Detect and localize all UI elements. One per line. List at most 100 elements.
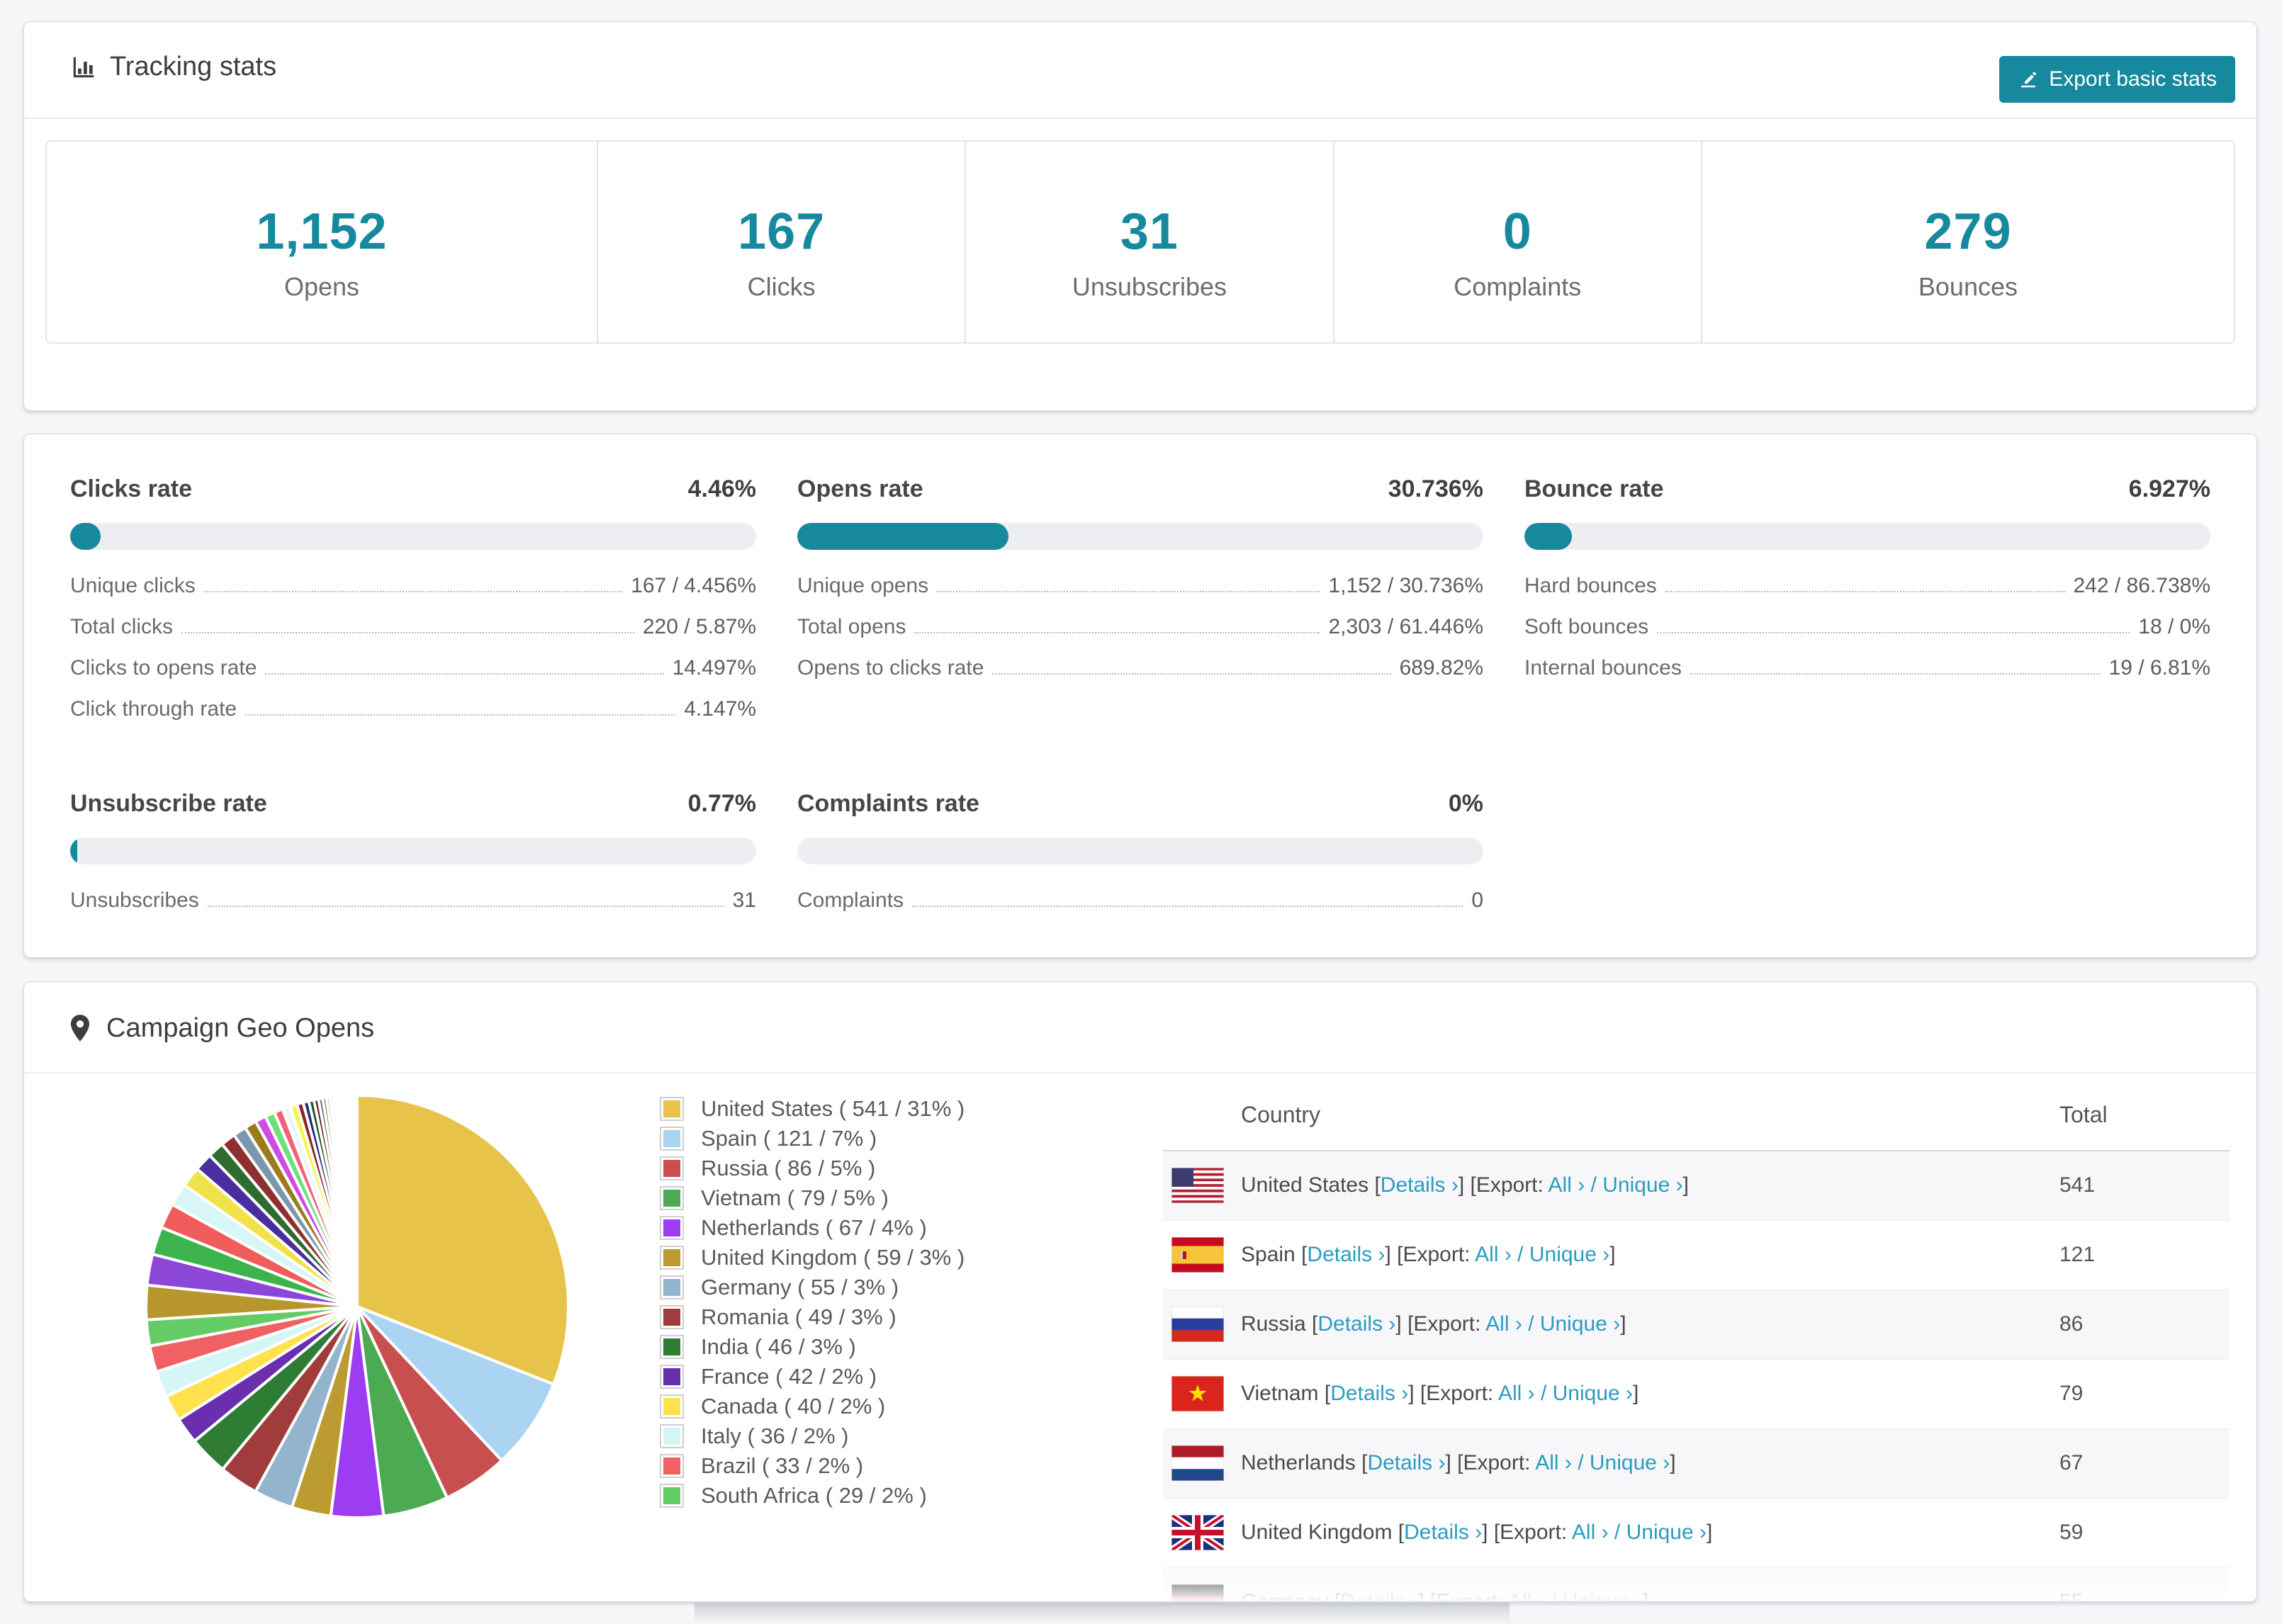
rate-value: 0.77% <box>687 790 756 817</box>
progress-bar <box>797 838 1483 864</box>
table-link[interactable]: All › <box>1475 1243 1512 1266</box>
legend-swatch <box>660 1097 684 1121</box>
country-flag-icon <box>1171 1376 1224 1411</box>
dotted-leader <box>992 673 1391 675</box>
legend-label: Spain ( 121 / 7% ) <box>701 1126 877 1151</box>
table-link[interactable]: Details › <box>1340 1590 1418 1601</box>
export-icon <box>2018 69 2039 90</box>
table-link: / <box>1534 1382 1553 1405</box>
table-link[interactable]: All › <box>1485 1312 1522 1336</box>
table-link[interactable]: Details › <box>1317 1312 1395 1336</box>
row-text: United Kingdom [ <box>1241 1521 1405 1544</box>
section-title-label: Campaign Geo Opens <box>106 1013 375 1043</box>
legend-item: Russia ( 86 / 5% ) <box>660 1154 965 1183</box>
progress-bar-fill <box>797 523 1008 550</box>
export-basic-stats-button[interactable]: Export basic stats <box>1999 56 2235 103</box>
geo-pie-chart <box>134 1083 580 1530</box>
table-row: United Kingdom [Details ›] [Export: All … <box>1163 1499 2230 1568</box>
country-cell: Spain [Details ›] [Export: All › / Uniqu… <box>1241 1243 1616 1267</box>
stat-value: 167 <box>738 203 826 260</box>
country-flag-icon <box>1171 1584 1224 1601</box>
country-flag-icon <box>1171 1237 1224 1273</box>
country-cell: Vietnam [Details ›] [Export: All › / Uni… <box>1241 1382 1639 1406</box>
legend-item: Netherlands ( 67 / 4% ) <box>660 1213 965 1243</box>
detail-value: 167 / 4.456% <box>631 574 756 597</box>
rate-detail-line: Hard bounces 242 / 86.738% <box>1524 574 2210 599</box>
table-link[interactable]: All › <box>1535 1451 1572 1474</box>
table-body: United States [Details ›] [Export: All ›… <box>1163 1151 2230 1601</box>
table-header-row: Country Total <box>1163 1083 2230 1151</box>
legend-item: Brazil ( 33 / 2% ) <box>660 1451 965 1481</box>
row-text: Spain [ <box>1241 1243 1308 1266</box>
table-row: Russia [Details ›] [Export: All › / Uniq… <box>1163 1290 2230 1360</box>
detail-label: Clicks to opens rate <box>70 656 257 680</box>
detail-value: 19 / 6.81% <box>2108 656 2210 680</box>
summary-stat-cell: 167 Clicks <box>598 142 967 342</box>
row-text: ] [Export: <box>1458 1173 1548 1197</box>
legend-swatch <box>660 1365 684 1389</box>
table-link[interactable]: Details › <box>1381 1173 1458 1197</box>
table-link[interactable]: Details › <box>1330 1382 1408 1405</box>
legend-item: Spain ( 121 / 7% ) <box>660 1124 965 1154</box>
row-text: ] [Export: <box>1408 1382 1498 1405</box>
table-link[interactable]: Unique › <box>1563 1590 1643 1601</box>
summary-stat-cell: 279 Bounces <box>1702 142 2234 342</box>
table-link[interactable]: Unique › <box>1529 1243 1609 1266</box>
rate-detail-line: Soft bounces 18 / 0% <box>1524 615 2210 641</box>
detail-label: Opens to clicks rate <box>797 656 984 680</box>
table-link[interactable]: Unique › <box>1626 1521 1707 1544</box>
detail-value: 1,152 / 30.736% <box>1328 574 1483 597</box>
country-cell: United States [Details ›] [Export: All ›… <box>1241 1173 1689 1197</box>
detail-label: Unsubscribes <box>70 889 199 912</box>
table-link[interactable]: All › <box>1508 1590 1545 1601</box>
table-link[interactable]: Unique › <box>1553 1382 1633 1405</box>
rate-detail-line: Click through rate 4.147% <box>70 697 756 723</box>
table-link[interactable]: All › <box>1498 1382 1535 1405</box>
table-link[interactable]: Details › <box>1307 1243 1385 1266</box>
below-fold-shadow <box>695 1603 1510 1624</box>
stat-label: Opens <box>283 272 360 301</box>
stat-label: Unsubscribes <box>1072 272 1227 301</box>
legend-item: Romania ( 49 / 3% ) <box>660 1302 965 1332</box>
total-cell: 59 <box>2059 1521 2084 1544</box>
table-link[interactable]: Unique › <box>1602 1173 1682 1197</box>
summary-stat-cell: 0 Complaints <box>1334 142 1702 342</box>
table-link[interactable]: Unique › <box>1590 1451 1670 1474</box>
dotted-leader <box>914 632 1320 633</box>
table-link: / <box>1522 1312 1540 1336</box>
table-link[interactable]: Unique › <box>1540 1312 1620 1336</box>
rate-detail-line: Total clicks 220 / 5.87% <box>70 615 756 641</box>
legend-item: Germany ( 55 / 3% ) <box>660 1273 965 1302</box>
campaign-geo-opens-card: Campaign Geo Opens United States ( 541 /… <box>23 981 2257 1602</box>
detail-label: Unique clicks <box>70 574 196 597</box>
rate-block: Opens rate 30.736% Unique opens 1,152 / … <box>797 475 1483 723</box>
table-link[interactable]: Details › <box>1367 1451 1445 1474</box>
table-row: Netherlands [Details ›] [Export: All › /… <box>1163 1429 2230 1499</box>
card-header: Campaign Geo Opens <box>24 982 2256 1073</box>
rate-detail-line: Opens to clicks rate 689.82% <box>797 656 1483 682</box>
detail-label: Hard bounces <box>1524 574 1657 597</box>
legend-swatch <box>660 1127 684 1151</box>
legend-item: India ( 46 / 3% ) <box>660 1332 965 1362</box>
legend-item: United States ( 541 / 31% ) <box>660 1094 965 1124</box>
table-link[interactable]: All › <box>1548 1173 1585 1197</box>
total-cell: 79 <box>2059 1382 2084 1405</box>
legend-swatch <box>660 1484 684 1508</box>
table-row: United States [Details ›] [Export: All ›… <box>1163 1151 2230 1221</box>
table-link[interactable]: Details › <box>1404 1521 1482 1544</box>
dotted-leader <box>1690 673 2101 675</box>
row-text: ] <box>1620 1312 1626 1336</box>
legend-swatch <box>660 1275 684 1299</box>
rate-block: Clicks rate 4.46% Unique clicks 167 / 4.… <box>70 475 756 723</box>
table-link: / <box>1571 1451 1590 1474</box>
row-text: ] <box>1682 1173 1689 1197</box>
summary-stats-row: 1,152 Opens 167 Clicks 31 Unsubscribes 0… <box>45 140 2235 344</box>
legend-swatch <box>660 1156 684 1180</box>
legend-swatch <box>660 1186 684 1210</box>
summary-stat-cell: 1,152 Opens <box>47 142 598 342</box>
progress-bar-fill <box>70 838 77 864</box>
table-link[interactable]: All › <box>1572 1521 1609 1544</box>
country-flag-icon <box>1171 1168 1224 1203</box>
legend-label: United States ( 541 / 31% ) <box>701 1096 965 1121</box>
rate-value: 6.927% <box>2128 475 2210 502</box>
